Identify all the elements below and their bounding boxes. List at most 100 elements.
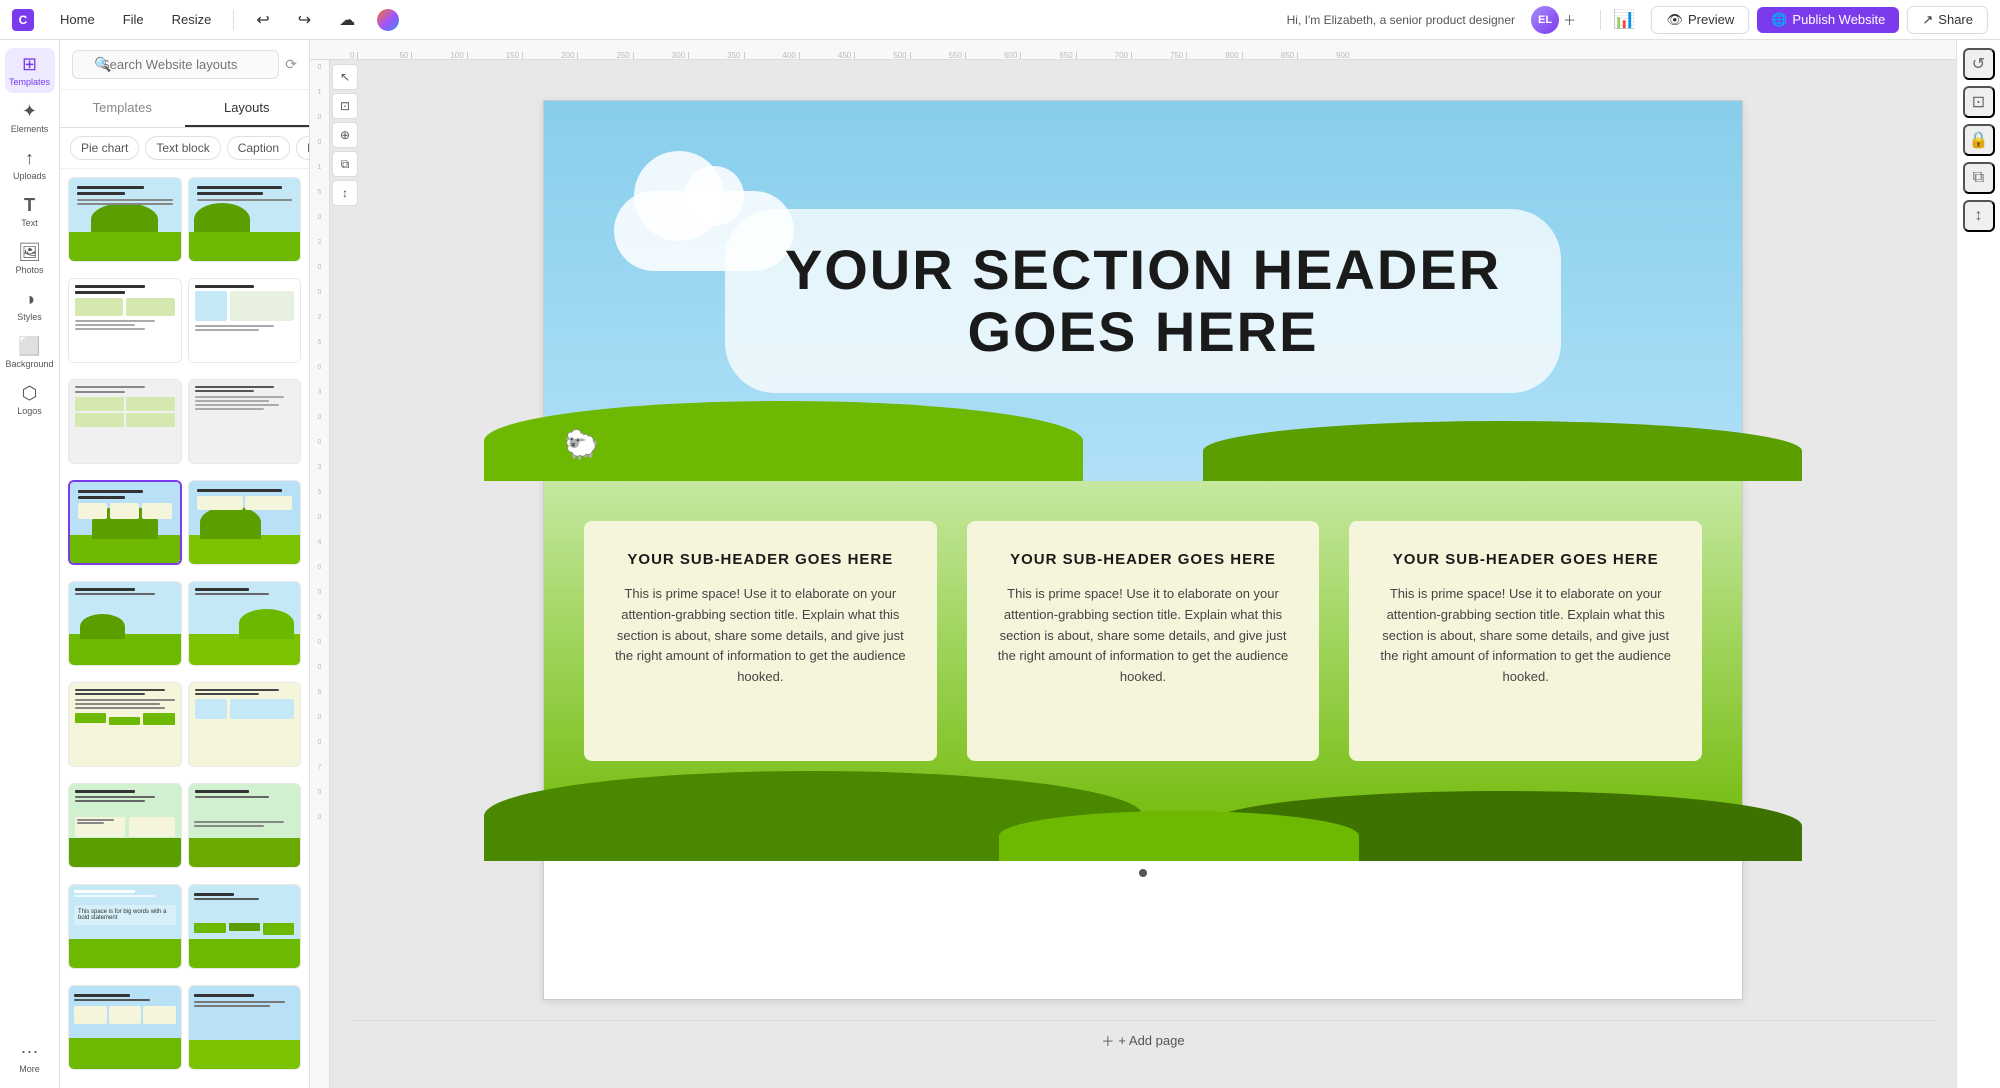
text-label: Text bbox=[21, 218, 38, 228]
sidebar-item-more[interactable]: ··· More bbox=[5, 1035, 55, 1080]
share-arrow-icon: ↗ bbox=[1922, 12, 1933, 28]
template-card-3[interactable] bbox=[68, 278, 182, 363]
template-card-12[interactable] bbox=[188, 682, 302, 767]
canvas-tools: ↖ ⊡ ⊕ ⧉ ↕ bbox=[332, 60, 358, 206]
card-1-subheader: YOUR SUB-HEADER GOES HERE bbox=[608, 551, 913, 568]
info-card-1[interactable]: YOUR SUB-HEADER GOES HERE This is prime … bbox=[584, 521, 937, 761]
vertical-ruler: 0 1 0 0 1 5 0 2 0 0 2 5 0 3 0 0 3 5 0 4 bbox=[310, 60, 330, 1088]
cards-section: YOUR SUB-HEADER GOES HERE This is prime … bbox=[544, 481, 1742, 861]
template-card-6[interactable] bbox=[188, 379, 302, 464]
top-navigation: C Home File Resize ↩ ↪ ☁ Hi, I'm Elizabe… bbox=[0, 0, 2000, 40]
template-card-13[interactable] bbox=[68, 783, 182, 868]
search-bar: 🔍 ⟳ bbox=[60, 40, 309, 90]
search-refresh-button[interactable]: ⟳ bbox=[285, 56, 297, 73]
add-collaborator-icon[interactable]: ＋ bbox=[1563, 10, 1576, 29]
tab-layouts[interactable]: Layouts bbox=[185, 90, 310, 127]
canvas-area: 0 50 100 150 200 250 300 350 400 bbox=[310, 40, 1956, 1088]
template-card-17[interactable] bbox=[68, 985, 182, 1070]
preview-button[interactable]: 👁 Preview bbox=[1651, 6, 1749, 34]
canvas-tool-select[interactable]: ↖ bbox=[332, 64, 358, 90]
hero-title[interactable]: YOUR SECTION HEADER GOES HERE bbox=[785, 239, 1501, 362]
share-button[interactable]: ↗ Share bbox=[1907, 6, 1988, 34]
sidebar-item-logos[interactable]: ⬡ Logos bbox=[5, 377, 55, 422]
nav-divider-2 bbox=[1600, 10, 1601, 30]
card-3-body: This is prime space! Use it to elaborate… bbox=[1373, 584, 1678, 688]
hill-center bbox=[999, 811, 1358, 861]
logos-label: Logos bbox=[17, 406, 42, 416]
sidebar-item-text[interactable]: T Text bbox=[5, 189, 55, 234]
filter-chips: Pie chart Text block Caption Home... › bbox=[60, 128, 309, 169]
canvas-scroll[interactable]: YOUR SECTION HEADER GOES HERE 🐑 bbox=[330, 60, 1956, 1088]
chip-text-block[interactable]: Text block bbox=[145, 136, 220, 160]
info-card-3[interactable]: YOUR SUB-HEADER GOES HERE This is prime … bbox=[1349, 521, 1702, 761]
main-layout: ⊞ Templates ✦ Elements ↑ Uploads T Text … bbox=[0, 40, 2000, 1088]
card-3-subheader: YOUR SUB-HEADER GOES HERE bbox=[1373, 551, 1678, 568]
app-logo[interactable]: C bbox=[12, 9, 34, 31]
sidebar-item-uploads[interactable]: ↑ Uploads bbox=[5, 142, 55, 187]
canvas-tool-frame[interactable]: ⊡ bbox=[332, 93, 358, 119]
sidebar-item-styles[interactable]: ◑ Styles bbox=[5, 283, 55, 328]
resize-button[interactable]: Resize bbox=[162, 8, 222, 31]
template-card-2[interactable] bbox=[188, 177, 302, 262]
analytics-icon[interactable]: 📊 bbox=[1613, 9, 1635, 30]
sidebar-item-templates[interactable]: ⊞ Templates bbox=[5, 48, 55, 93]
template-card-18[interactable] bbox=[188, 985, 302, 1070]
publish-button[interactable]: 🌐 Publish Website bbox=[1757, 7, 1899, 33]
cloud-save-button[interactable]: ☁ bbox=[329, 6, 365, 34]
template-card-11[interactable] bbox=[68, 682, 182, 767]
hero-title-bubble: YOUR SECTION HEADER GOES HERE bbox=[725, 209, 1561, 392]
templates-icon: ⊞ bbox=[22, 54, 37, 75]
chip-caption[interactable]: Caption bbox=[227, 136, 290, 160]
template-card-15[interactable]: This space is for big words with a bold … bbox=[68, 884, 182, 969]
template-card-16[interactable] bbox=[188, 884, 302, 969]
background-label: Background bbox=[5, 359, 53, 369]
photos-label: Photos bbox=[15, 265, 43, 275]
template-card-9[interactable] bbox=[68, 581, 182, 666]
chip-home[interactable]: Home... bbox=[296, 136, 309, 160]
template-card-10[interactable] bbox=[188, 581, 302, 666]
website-canvas: YOUR SECTION HEADER GOES HERE 🐑 bbox=[543, 100, 1743, 1000]
canvas-tool-more[interactable]: ↕ bbox=[332, 180, 358, 206]
tab-templates[interactable]: Templates bbox=[60, 90, 185, 127]
user-avatar[interactable]: EL bbox=[1531, 6, 1559, 34]
template-card-5[interactable] bbox=[68, 379, 182, 464]
background-icon: ⬜ bbox=[18, 336, 40, 357]
user-greeting: Hi, I'm Elizabeth, a senior product desi… bbox=[1287, 13, 1515, 27]
chip-pie-chart[interactable]: Pie chart bbox=[70, 136, 139, 160]
search-input[interactable] bbox=[72, 50, 279, 79]
sidebar-item-photos[interactable]: 🖼 Photos bbox=[5, 236, 55, 281]
logos-icon: ⬡ bbox=[22, 383, 38, 404]
elements-label: Elements bbox=[11, 124, 49, 134]
template-card-14[interactable] bbox=[188, 783, 302, 868]
canvas-tool-copy[interactable]: ⧉ bbox=[332, 151, 358, 177]
file-button[interactable]: File bbox=[113, 8, 154, 31]
add-page-bar[interactable]: ＋ + Add page bbox=[350, 1020, 1936, 1060]
right-tool-lock[interactable]: 🔒 bbox=[1963, 124, 1995, 156]
home-button[interactable]: Home bbox=[50, 8, 105, 31]
card-1-body: This is prime space! Use it to elaborate… bbox=[608, 584, 913, 688]
add-page-icon: ＋ bbox=[1101, 1031, 1114, 1050]
template-card-1[interactable] bbox=[68, 177, 182, 262]
sheep-decoration: 🐑 bbox=[564, 428, 599, 461]
right-tool-align[interactable]: ↕ bbox=[1963, 200, 1995, 232]
redo-button[interactable]: ↪ bbox=[288, 6, 321, 34]
right-tool-refresh[interactable]: ↺ bbox=[1963, 48, 1995, 80]
styles-label: Styles bbox=[17, 312, 42, 322]
right-sidebar: ↺ ⊡ 🔒 ⧉ ↕ bbox=[1956, 40, 2000, 1088]
info-card-2[interactable]: YOUR SUB-HEADER GOES HERE This is prime … bbox=[967, 521, 1320, 761]
right-tool-group[interactable]: ⧉ bbox=[1963, 162, 1995, 194]
template-card-8[interactable] bbox=[188, 480, 302, 565]
icon-rail: ⊞ Templates ✦ Elements ↑ Uploads T Text … bbox=[0, 40, 60, 1088]
template-card-7[interactable] bbox=[68, 480, 182, 565]
hero-section: YOUR SECTION HEADER GOES HERE 🐑 bbox=[544, 101, 1742, 481]
right-tool-position[interactable]: ⊡ bbox=[1963, 86, 1995, 118]
canvas-tool-connect[interactable]: ⊕ bbox=[332, 122, 358, 148]
text-icon: T bbox=[24, 195, 35, 216]
sidebar-item-elements[interactable]: ✦ Elements bbox=[5, 95, 55, 140]
elements-icon: ✦ bbox=[22, 101, 37, 122]
sidebar-item-background[interactable]: ⬜ Background bbox=[5, 330, 55, 375]
undo-button[interactable]: ↩ bbox=[246, 6, 279, 34]
page-dot-1[interactable] bbox=[1139, 869, 1147, 877]
color-palette-swatch[interactable] bbox=[377, 9, 399, 31]
template-card-4[interactable] bbox=[188, 278, 302, 363]
